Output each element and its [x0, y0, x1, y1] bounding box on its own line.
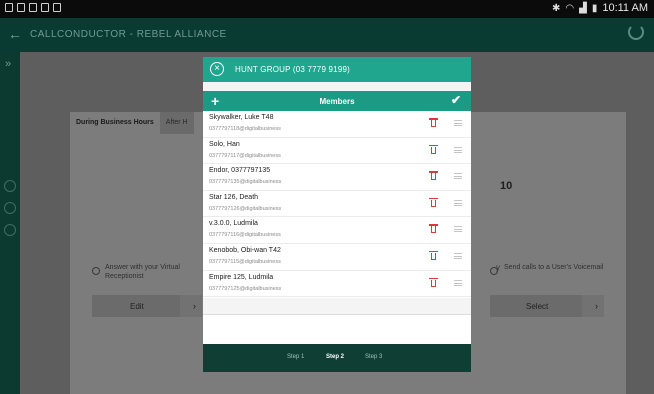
member-email: 0377797135@digitalbusiness	[209, 179, 282, 186]
signal-icon: ▟	[579, 2, 587, 14]
select-button[interactable]: Select ›	[490, 295, 604, 317]
member-name: v.3.0.0, Ludmila	[209, 220, 258, 228]
expand-chevron-icon[interactable]: »	[5, 58, 11, 70]
step-2-current[interactable]: Step 2	[326, 354, 344, 360]
option-label: Answer with your Virtual Receptionist	[105, 264, 180, 280]
member-name: Endor, 0377797135	[209, 167, 271, 175]
drag-handle-icon[interactable]	[454, 120, 462, 126]
notification-icon	[17, 3, 25, 12]
delete-icon[interactable]	[429, 197, 438, 207]
drag-handle-icon[interactable]	[454, 279, 462, 286]
tab-business-hours[interactable]: During Business Hours	[70, 112, 160, 134]
dialog-header: × HUNT GROUP (03 7779 9199)	[203, 57, 471, 82]
delete-icon[interactable]	[429, 277, 438, 287]
member-row: Empire 125, Ludmila 0377797125@digitalbu…	[203, 271, 471, 298]
members-title: Members	[319, 97, 355, 106]
side-rail: »	[0, 52, 20, 394]
rail-phone-icon[interactable]	[4, 180, 16, 192]
drag-handle-icon[interactable]	[454, 199, 462, 206]
step-indicator: Step 1 Step 2 Step 3	[203, 344, 471, 372]
edit-button[interactable]: Edit ›	[92, 295, 202, 317]
member-name: Star 126, Death	[209, 193, 259, 201]
notification-icon	[5, 3, 13, 12]
member-email: 0377797118@digitalbusiness	[209, 126, 281, 132]
partial-number: 10	[500, 180, 513, 192]
edit-button-label: Edit	[130, 302, 144, 311]
member-email: 0377797126@digitalbusiness	[209, 205, 282, 212]
option-label: Send calls to a User's Voicemail	[504, 264, 604, 271]
refresh-icon[interactable]	[628, 24, 644, 40]
chevron-right-icon: ›	[595, 301, 598, 311]
hours-tabs: During Business Hours After H	[70, 112, 194, 134]
app-title: CALLCONDUCTOR - REBEL ALLIANCE	[30, 29, 227, 40]
option-radio[interactable]	[490, 267, 498, 275]
delete-icon[interactable]	[429, 171, 438, 181]
step-1[interactable]: Step 1	[287, 354, 304, 360]
notification-icon	[41, 3, 49, 12]
app-bar: ← CALLCONDUCTOR - REBEL ALLIANCE	[0, 18, 654, 52]
member-row: Solo, Han 0377797117@digitalbusiness	[203, 138, 471, 165]
list-footer-spacer	[203, 298, 471, 315]
drag-handle-icon[interactable]	[454, 226, 462, 233]
notification-icon	[29, 3, 37, 12]
drag-handle-icon[interactable]	[454, 173, 462, 180]
notification-icon	[53, 3, 61, 12]
members-list: Skywalker, Luke T48 0377797118@digitalbu…	[203, 111, 471, 298]
member-name: Empire 125, Ludmila	[209, 273, 274, 281]
select-button-label: Select	[526, 302, 549, 311]
tab-after-hours[interactable]: After H	[159, 112, 194, 134]
member-row: v.3.0.0, Ludmila 0377797116@digitalbusin…	[203, 217, 471, 244]
delete-icon[interactable]	[429, 118, 438, 127]
close-icon[interactable]: ×	[210, 62, 224, 76]
member-row: Endor, 0377797135 0377797135@digitalbusi…	[203, 164, 471, 191]
option-radio[interactable]	[92, 267, 100, 275]
member-email: 0377797116@digitalbusiness	[209, 232, 281, 239]
rail-user-icon[interactable]	[4, 202, 16, 214]
members-header: + Members ✔	[203, 91, 471, 111]
member-name: Skywalker, Luke T48	[209, 114, 274, 121]
clock: 10:11 AM	[602, 2, 648, 14]
status-bar: ✱ ◠ ▟ ▮ 10:11 AM	[0, 0, 654, 18]
delete-icon[interactable]	[429, 250, 438, 260]
step-3[interactable]: Step 3	[365, 354, 382, 360]
member-name: Solo, Han	[209, 140, 240, 148]
member-row: Kenobob, Obi-wan T42 0377797115@digitalb…	[203, 244, 471, 271]
drag-handle-icon[interactable]	[454, 252, 462, 259]
delete-icon[interactable]	[429, 144, 438, 154]
back-arrow-icon[interactable]: ←	[8, 26, 22, 42]
member-email: 0377797125@digitalbusiness	[209, 285, 282, 292]
notification-icons	[5, 3, 61, 12]
delete-icon[interactable]	[429, 224, 438, 234]
dialog-title: HUNT GROUP (03 7779 9199)	[235, 65, 350, 74]
member-row: Star 126, Death 0377797126@digitalbusine…	[203, 191, 471, 218]
rail-menu-icon[interactable]	[4, 224, 16, 236]
member-row: Skywalker, Luke T48 0377797118@digitalbu…	[203, 111, 471, 138]
wifi-icon: ◠	[565, 2, 575, 14]
member-name: Kenobob, Obi-wan T42	[209, 246, 281, 254]
battery-icon: ▮	[591, 2, 598, 14]
member-email: 0377797115@digitalbusiness	[209, 258, 281, 265]
member-email: 0377797117@digitalbusiness	[209, 152, 281, 159]
drag-handle-icon[interactable]	[454, 146, 462, 153]
hunt-group-dialog: × HUNT GROUP (03 7779 9199) + Members ✔ …	[203, 57, 471, 372]
chevron-right-icon: ›	[193, 301, 196, 311]
confirm-check-icon[interactable]: ✔	[451, 93, 461, 107]
bluetooth-icon: ✱	[551, 2, 561, 14]
